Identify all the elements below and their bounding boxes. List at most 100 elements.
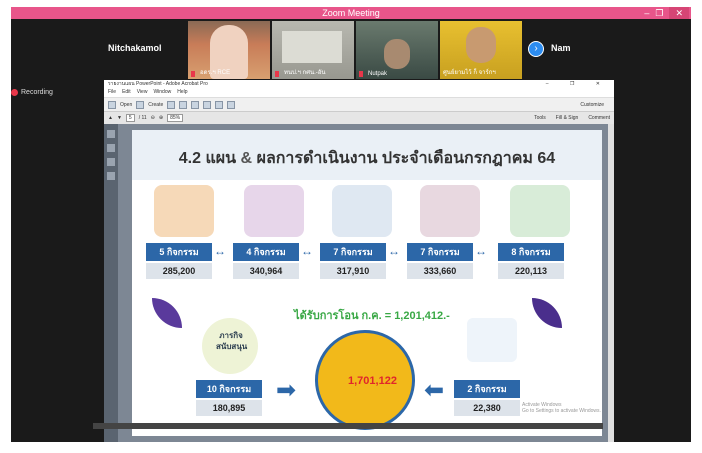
activity-value: 333,660 — [407, 263, 473, 279]
print-icon[interactable] — [179, 100, 188, 109]
activity-value: 340,964 — [233, 263, 299, 279]
zoom-meeting-area: Nitchakamol อดร.ฯ RCE ทนป.ฯ กศน.-อัน Nut… — [11, 19, 691, 442]
recording-label: Recording — [21, 89, 53, 96]
participant-face — [466, 27, 496, 63]
participant-video-tile[interactable]: ศูนย์ยามไว้ ก็ จาร์กฯ — [440, 21, 522, 79]
participant-gallery: Nitchakamol อดร.ฯ RCE ทนป.ฯ กศน.-อัน Nut… — [106, 19, 606, 79]
bookmark-icon[interactable] — [107, 144, 115, 152]
acrobat-toolbar: Open Create Customize — [104, 97, 614, 111]
dental-illustration — [467, 318, 517, 362]
vertical-scrollbar[interactable] — [608, 124, 614, 442]
arrow-right-icon: ➡ — [276, 377, 297, 404]
activity-box: 7 กิจกรรม — [407, 243, 473, 261]
acrobat-window: รายงานแผน PowerPoint - Adobe Acrobat Pro… — [104, 80, 614, 442]
customize-button[interactable]: Customize — [580, 102, 604, 108]
menu-window[interactable]: Window — [153, 89, 171, 97]
menu-file[interactable]: File — [108, 89, 116, 97]
close-icon[interactable]: ✕ — [669, 7, 689, 19]
menu-help[interactable]: Help — [177, 89, 187, 97]
create-button[interactable]: Create — [148, 102, 163, 108]
group-illustration — [244, 185, 304, 237]
curved-arrow-right-icon — [532, 298, 562, 328]
comment-tab[interactable]: Comment — [588, 115, 610, 121]
participant-video-tile[interactable]: อดร.ฯ RCE — [188, 21, 270, 79]
activity-box: 5 กิจกรรม — [146, 243, 212, 261]
folder-icon[interactable] — [108, 100, 116, 109]
minimize-icon[interactable]: – — [644, 7, 649, 19]
prev-page-icon[interactable]: ▲ — [108, 115, 113, 121]
mission-label: ภารกิจ สนับสนุน — [216, 331, 248, 351]
zoom-out-icon[interactable]: ⊖ — [151, 115, 155, 121]
activity-value: 285,200 — [146, 263, 212, 279]
zoom-level-input[interactable]: 85% — [167, 114, 184, 122]
double-arrow-icon: ↔ — [301, 244, 313, 258]
settings-icon[interactable] — [215, 100, 224, 109]
muted-mic-icon — [191, 71, 195, 77]
page-number-input[interactable]: 5 — [125, 114, 135, 122]
participant-face — [384, 39, 410, 69]
pages-icon[interactable] — [107, 130, 115, 138]
comment-icon[interactable] — [227, 100, 236, 109]
save-icon[interactable] — [167, 100, 176, 109]
zoom-title-bar: Zoom Meeting – ❐ ✕ — [11, 7, 691, 19]
activity-value: 22,380 — [454, 400, 520, 416]
family-illustration — [154, 185, 214, 237]
window-title: Zoom Meeting — [322, 8, 380, 18]
activity-value: 180,895 — [196, 400, 262, 416]
transfer-amount: ได้รับการโอน ก.ค. = 1,201,412.- — [294, 310, 450, 322]
double-arrow-icon: ↔ — [388, 244, 400, 258]
activity-box: 10 กิจกรรม — [196, 380, 262, 398]
menu-view[interactable]: View — [137, 89, 148, 97]
elderly-illustration — [420, 185, 480, 237]
record-dot-icon — [11, 89, 18, 96]
muted-mic-icon — [275, 71, 279, 77]
activity-value: 317,910 — [320, 263, 386, 279]
fill-sign-tab[interactable]: Fill & Sign — [556, 115, 579, 121]
participant-name-tile[interactable]: Nam — [551, 43, 571, 53]
activity-box: 4 กิจกรรม — [233, 243, 299, 261]
acrobat-window-controls[interactable]: – ❐ ✕ — [546, 80, 610, 89]
document-area[interactable]: 4.2 แผน & ผลการดำเนินงาน ประจำเดือนกรกฎา… — [118, 124, 608, 442]
page-count: / 11 — [138, 115, 147, 121]
menu-edit[interactable]: Edit — [122, 89, 131, 97]
activity-box: 7 กิจกรรม — [320, 243, 386, 261]
participant-video-tile[interactable]: ทนป.ฯ กศน.-อัน — [272, 21, 354, 79]
recording-indicator[interactable]: Recording — [11, 89, 53, 96]
navigation-pane — [104, 124, 118, 442]
next-page-icon[interactable]: ▼ — [117, 115, 122, 121]
acrobat-nav-bar: ▲ ▼ 5 / 11 ⊖ ⊕ 85% Tools Fill & Sign Com… — [104, 111, 614, 124]
zoom-in-icon[interactable]: ⊕ — [159, 115, 163, 121]
acrobat-title-bar: รายงานแผน PowerPoint - Adobe Acrobat Pro… — [104, 80, 614, 89]
double-arrow-icon: ↔ — [475, 244, 487, 258]
activity-value: 220,113 — [498, 263, 564, 279]
edit-icon[interactable] — [191, 100, 200, 109]
attachment-icon[interactable] — [107, 158, 115, 166]
total-amount: 1,701,122 — [348, 375, 397, 387]
slide-page: 4.2 แผน & ผลการดำเนินงาน ประจำเดือนกรกฎา… — [132, 130, 602, 436]
building-window — [282, 31, 342, 63]
tools-tab[interactable]: Tools — [534, 115, 546, 121]
next-page-arrow-icon[interactable]: › — [528, 41, 544, 57]
restore-icon[interactable]: ❐ — [655, 7, 663, 19]
activity-box: 2 กิจกรรม — [454, 380, 520, 398]
double-arrow-icon: ↔ — [214, 244, 226, 258]
muted-mic-icon — [359, 71, 363, 77]
acrobat-title: รายงานแผน PowerPoint - Adobe Acrobat Pro — [108, 81, 208, 87]
curved-arrow-left-icon — [152, 298, 182, 328]
window-controls: – ❐ ✕ — [644, 7, 689, 19]
taskbar-strip — [93, 423, 603, 429]
activity-box: 8 กิจกรรม — [498, 243, 564, 261]
create-icon[interactable] — [136, 100, 145, 109]
participant-video-tile[interactable]: Nutpak — [356, 21, 438, 79]
reader-illustration — [332, 185, 392, 237]
participant-name-tile[interactable]: Nitchakamol — [108, 43, 162, 53]
email-icon[interactable] — [203, 100, 212, 109]
arrow-left-icon: ⬅ — [424, 377, 445, 404]
globe-illustration — [510, 185, 570, 237]
right-panel-tabs: Tools Fill & Sign Comment — [534, 115, 610, 121]
windows-watermark: Activate Windows Go to Settings to activ… — [522, 402, 601, 414]
acrobat-menu-bar: File Edit View Window Help — [104, 89, 614, 97]
open-button[interactable]: Open — [120, 102, 132, 108]
slide-title: 4.2 แผน & ผลการดำเนินงาน ประจำเดือนกรกฎา… — [178, 150, 556, 167]
signature-icon[interactable] — [107, 172, 115, 180]
